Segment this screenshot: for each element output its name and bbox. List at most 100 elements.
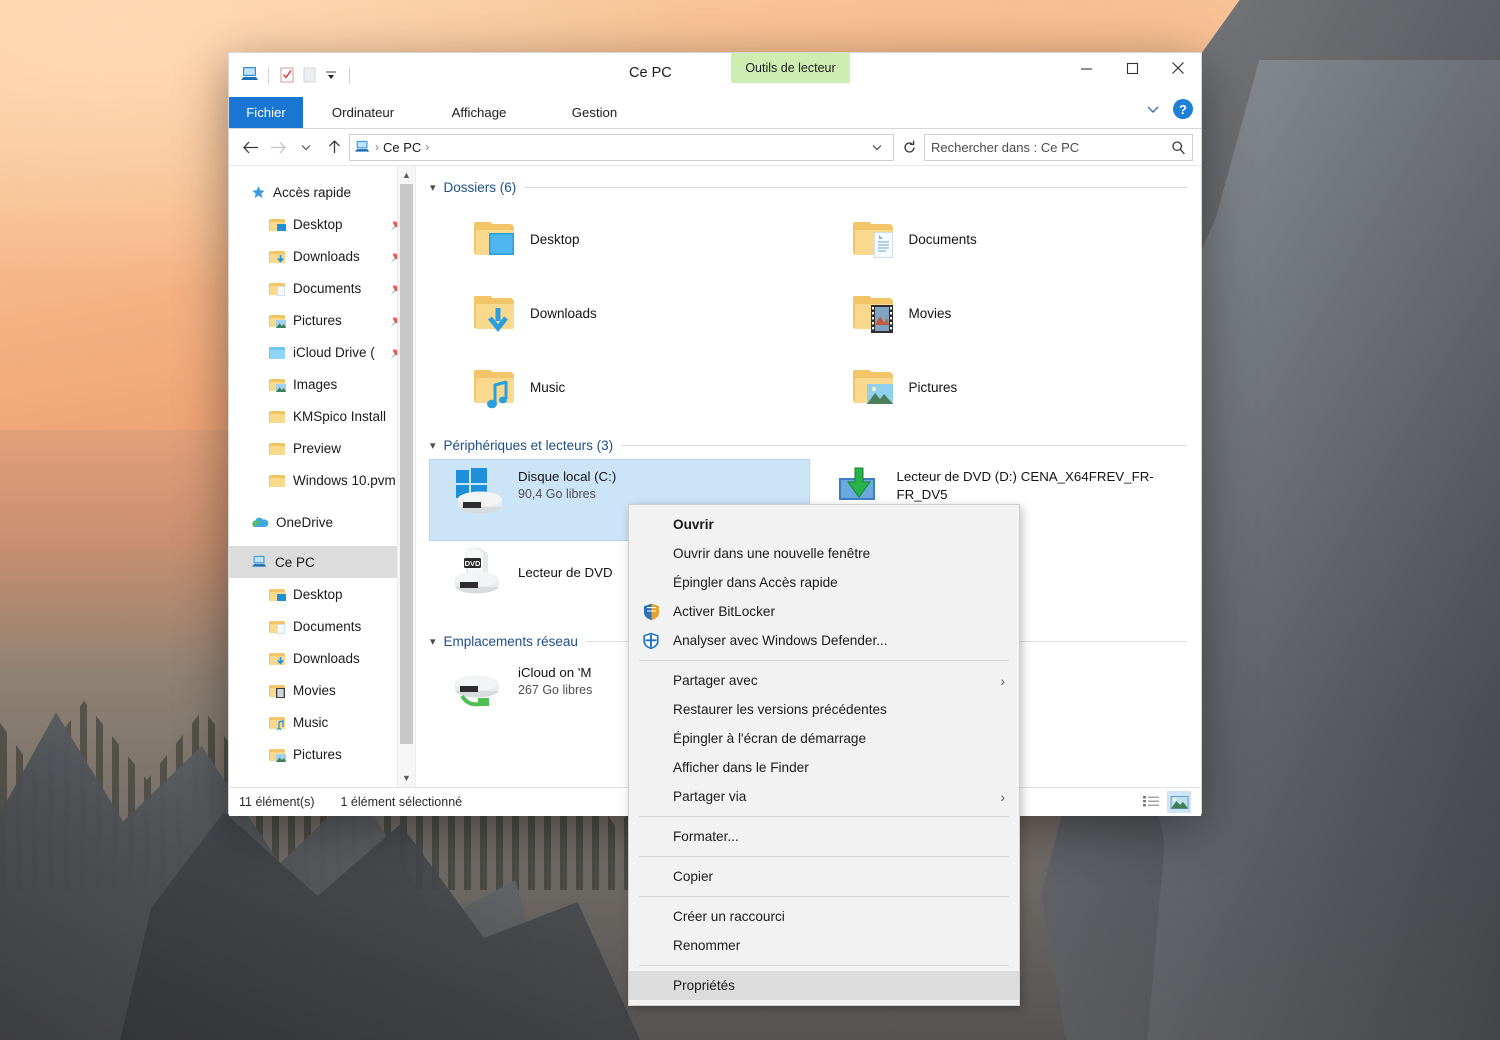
folder-icon (269, 473, 286, 488)
maximize-button[interactable] (1109, 53, 1155, 83)
sidebar-item-ce-pc-music[interactable]: Music (229, 706, 415, 738)
search-input[interactable]: Rechercher dans : Ce PC (924, 133, 1193, 161)
ribbon-tab-row: Fichier Ordinateur Affichage Gestion ? (229, 97, 1201, 129)
close-button[interactable] (1155, 53, 1201, 83)
menu-item-label: Copier (673, 869, 714, 884)
menu-item-epingler-acces-rapide[interactable]: Épingler dans Accès rapide (629, 568, 1019, 597)
menu-item-epingler-ecran-demarrage[interactable]: Épingler à l'écran de démarrage (629, 724, 1019, 753)
forward-arrow-icon[interactable] (265, 134, 291, 160)
menu-item-ouvrir[interactable]: Ouvrir (629, 510, 1019, 539)
sidebar-item-pictures[interactable]: Pictures 📌 (229, 304, 415, 336)
menu-item-label: Partager via (673, 789, 747, 804)
folder-tile-desktop[interactable]: Desktop (430, 202, 809, 276)
minimize-button[interactable] (1063, 53, 1109, 83)
drive-info: Lecteur de DVD (518, 546, 613, 582)
large-icons-view-icon[interactable] (1167, 791, 1191, 813)
chevron-down-icon[interactable]: ▾ (430, 635, 436, 648)
menu-item-activer-bitlocker[interactable]: Activer BitLocker (629, 597, 1019, 626)
sidebar-item-label: Documents (293, 618, 362, 634)
sidebar-item-ce-pc-movies[interactable]: Movies (229, 674, 415, 706)
refresh-icon[interactable] (896, 135, 922, 160)
folder-tile-movies[interactable]: Movies (809, 276, 1188, 350)
sidebar-item-ce-pc[interactable]: Ce PC (229, 546, 415, 578)
menu-item-label: Renommer (673, 938, 741, 953)
folder-pictures-icon (269, 377, 286, 392)
sidebar-item-icloud-drive[interactable]: iCloud Drive ( 📌 (229, 336, 415, 368)
star-icon (251, 185, 266, 200)
menu-item-label: Épingler dans Accès rapide (673, 575, 838, 590)
sidebar-group-onedrive[interactable]: OneDrive (229, 506, 415, 538)
navigation-scrollbar[interactable]: ▲ ▼ (397, 166, 415, 787)
chevron-down-icon[interactable] (1145, 101, 1161, 117)
menu-item-label: Activer BitLocker (673, 604, 775, 619)
this-pc-icon (354, 140, 371, 155)
sidebar-item-ce-pc-documents[interactable]: Documents (229, 610, 415, 642)
search-icon[interactable] (1171, 140, 1186, 155)
tab-ordinateur[interactable]: Ordinateur (303, 97, 423, 128)
tab-affichage[interactable]: Affichage (423, 97, 535, 128)
help-icon[interactable]: ? (1173, 99, 1193, 119)
sidebar-item-images[interactable]: Images (229, 368, 415, 400)
menu-separator (639, 896, 1009, 897)
breadcrumb-item-ce-pc[interactable]: Ce PC (383, 140, 421, 155)
sidebar-item-documents[interactable]: Documents 📌 (229, 272, 415, 304)
group-header-peripheriques[interactable]: ▾ Périphériques et lecteurs (3) (430, 430, 1187, 460)
menu-item-creer-raccourci[interactable]: Créer un raccourci (629, 902, 1019, 931)
properties-icon[interactable] (276, 64, 298, 86)
sidebar-item-desktop[interactable]: Desktop 📌 (229, 208, 415, 240)
menu-item-label: Restaurer les versions précédentes (673, 702, 887, 717)
sidebar-item-label: Downloads (293, 650, 360, 666)
sidebar-item-kmspico-install[interactable]: KMSpico Install (229, 400, 415, 432)
this-pc-icon[interactable] (239, 64, 261, 86)
submenu-chevron-right-icon: › (1000, 788, 1005, 805)
menu-item-ouvrir-nouvelle-fenetre[interactable]: Ouvrir dans une nouvelle fenêtre (629, 539, 1019, 568)
menu-item-partager-via[interactable]: Partager via › (629, 782, 1019, 811)
group-header-dossiers[interactable]: ▾ Dossiers (6) (430, 172, 1187, 202)
group-label: Emplacements réseau (443, 633, 578, 649)
search-placeholder: Rechercher dans : Ce PC (931, 139, 1080, 155)
menu-item-analyser-windows-defender[interactable]: Analyser avec Windows Defender... (629, 626, 1019, 655)
sidebar-group-acces-rapide[interactable]: Accès rapide (229, 176, 415, 208)
breadcrumb[interactable]: › Ce PC › (349, 133, 894, 161)
chevron-up-icon[interactable]: ▲ (398, 166, 415, 184)
menu-item-formater[interactable]: Formater... (629, 822, 1019, 851)
menu-item-proprietes[interactable]: Propriétés (629, 971, 1019, 1000)
folder-icon (269, 441, 286, 456)
sidebar-item-windows-10-pvm[interactable]: Windows 10.pvm (229, 464, 415, 496)
tab-gestion[interactable]: Gestion (535, 97, 654, 128)
chevron-down-icon[interactable]: ▾ (430, 181, 436, 194)
sidebar-item-ce-pc-downloads[interactable]: Downloads (229, 642, 415, 674)
recent-locations-chevron-down-icon[interactable] (293, 134, 319, 160)
sidebar-item-downloads[interactable]: Downloads 📌 (229, 240, 415, 272)
menu-item-renommer[interactable]: Renommer (629, 931, 1019, 960)
folder-tile-documents[interactable]: Documents (809, 202, 1188, 276)
navigation-pane: Accès rapide Desktop 📌 Downloads 📌 (229, 166, 416, 787)
menu-item-partager-avec[interactable]: Partager avec › (629, 666, 1019, 695)
menu-item-restaurer-versions-precedentes[interactable]: Restaurer les versions précédentes (629, 695, 1019, 724)
up-arrow-icon[interactable] (321, 134, 347, 160)
menu-item-copier[interactable]: Copier (629, 862, 1019, 891)
tab-fichier[interactable]: Fichier (229, 97, 303, 128)
folder-tile-pictures[interactable]: Pictures (809, 350, 1188, 424)
folder-tile-music[interactable]: Music (430, 350, 809, 424)
breadcrumb-chevron-down-icon[interactable] (865, 141, 889, 153)
details-view-icon[interactable] (1139, 791, 1163, 813)
scrollbar-thumb[interactable] (400, 184, 413, 744)
sidebar-item-label: Pictures (293, 746, 342, 762)
folder-downloads-icon (474, 296, 516, 333)
chevron-down-icon[interactable]: ▼ (398, 769, 415, 787)
folder-tile-downloads[interactable]: Downloads (430, 276, 809, 350)
sidebar-item-preview[interactable]: Preview (229, 432, 415, 464)
new-folder-icon[interactable] (298, 64, 320, 86)
chevron-down-icon[interactable]: ▾ (430, 439, 436, 452)
menu-item-label: Ouvrir (673, 517, 714, 532)
sidebar-item-ce-pc-desktop[interactable]: Desktop (229, 578, 415, 610)
menu-item-afficher-dans-finder[interactable]: Afficher dans le Finder (629, 753, 1019, 782)
breadcrumb-separator-2[interactable]: › (425, 140, 429, 154)
customize-dropdown-icon[interactable] (320, 64, 342, 86)
bitlocker-shield-icon (629, 603, 673, 621)
folder-desktop-icon (269, 217, 286, 232)
back-arrow-icon[interactable] (237, 134, 263, 160)
network-info: iCloud on 'M 267 Go libres (518, 662, 592, 697)
sidebar-item-ce-pc-pictures[interactable]: Pictures (229, 738, 415, 770)
